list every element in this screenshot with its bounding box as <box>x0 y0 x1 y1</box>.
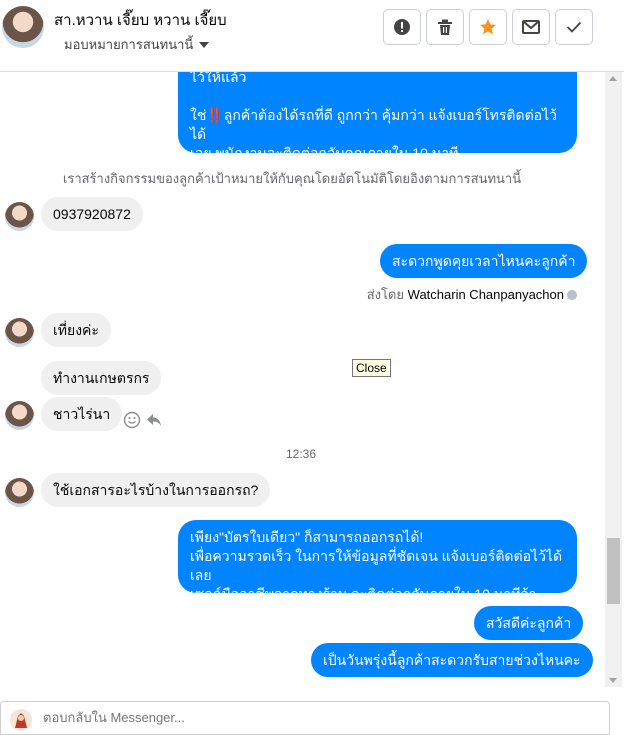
close-tooltip: Close <box>352 359 391 377</box>
react-icon[interactable] <box>123 411 141 429</box>
star-button[interactable] <box>469 9 507 45</box>
incoming-message[interactable]: 0937920872 <box>41 197 143 231</box>
conversation-header: สา.หวาน เจี๊ยบ หวาน เจี๊ยบ มอบหมายการสนท… <box>0 0 624 72</box>
sent-by-prefix: ส่งโดย <box>366 287 405 302</box>
outgoing-message[interactable]: ไว้ให้แล้ว ใช่‼️ลูกค้าต้องได้รถที่ดี ถูก… <box>178 72 577 161</box>
scrollbar[interactable] <box>605 72 622 687</box>
incoming-message[interactable]: ชาวไร่นา <box>41 397 123 431</box>
trash-icon <box>438 19 452 35</box>
assign-label: มอบหมายการสนทนานี้ <box>64 37 194 52</box>
outgoing-message[interactable]: สะดวกพูดคุยเวลาไหนคะลูกค้า <box>380 244 588 278</box>
contact-avatar-small <box>5 401 34 430</box>
contact-name[interactable]: สา.หวาน เจี๊ยบ หวาน เจี๊ยบ <box>54 8 227 32</box>
scroll-down-icon[interactable] <box>609 678 617 683</box>
delete-button[interactable] <box>426 9 464 45</box>
message-timestamp: 12:36 <box>285 447 317 461</box>
outgoing-message[interactable]: เพียง"บัตรใบเดียว" ก็สามารถออกรถได้! เพื… <box>178 520 577 602</box>
reply-icon[interactable] <box>146 412 162 428</box>
caret-down-icon <box>199 41 210 48</box>
mark-spam-button[interactable] <box>383 9 421 45</box>
sender-name: Watcharin Chanpanyachon <box>407 287 564 302</box>
system-note: เราสร้างกิจกรรมของลูกค้าเป้าหมายให้กับคุ… <box>62 171 522 186</box>
star-icon <box>480 19 496 35</box>
scroll-up-icon[interactable] <box>609 76 617 81</box>
contact-avatar-small <box>5 202 34 231</box>
contact-avatar-small <box>5 318 34 347</box>
outgoing-message[interactable]: เป็นวันพรุ่งนี้ลูกค้าสะดวกรับสายช่วงไหนค… <box>311 643 593 677</box>
mark-done-button[interactable] <box>555 9 593 45</box>
scrollbar-thumb[interactable] <box>607 538 620 604</box>
reply-input[interactable] <box>43 710 563 725</box>
sent-by-label: ส่งโดย Watcharin Chanpanyachon <box>367 284 577 305</box>
mail-icon <box>522 20 540 34</box>
incoming-message[interactable]: เที่ยงค่ะ <box>41 313 111 347</box>
reply-composer[interactable] <box>0 701 610 735</box>
contact-avatar[interactable] <box>2 6 44 48</box>
contact-avatar-small <box>5 478 34 507</box>
assign-conversation-dropdown[interactable]: มอบหมายการสนทนานี้ <box>64 34 210 55</box>
message-thread[interactable]: ไว้ให้แล้ว ใช่‼️ลูกค้าต้องได้รถที่ดี ถูก… <box>0 72 605 687</box>
alert-icon <box>394 19 410 35</box>
mark-unread-button[interactable] <box>512 9 550 45</box>
outgoing-message[interactable]: สวัสดีค่ะลูกค้า <box>474 606 584 640</box>
info-icon[interactable] <box>567 290 577 300</box>
user-avatar-icon <box>10 709 32 731</box>
incoming-message[interactable]: ใช้เอกสารอะไรบ้างในการออกรถ? <box>41 473 271 507</box>
check-icon <box>566 21 582 33</box>
incoming-message[interactable]: ทำงานเกษตรกร <box>41 361 162 395</box>
